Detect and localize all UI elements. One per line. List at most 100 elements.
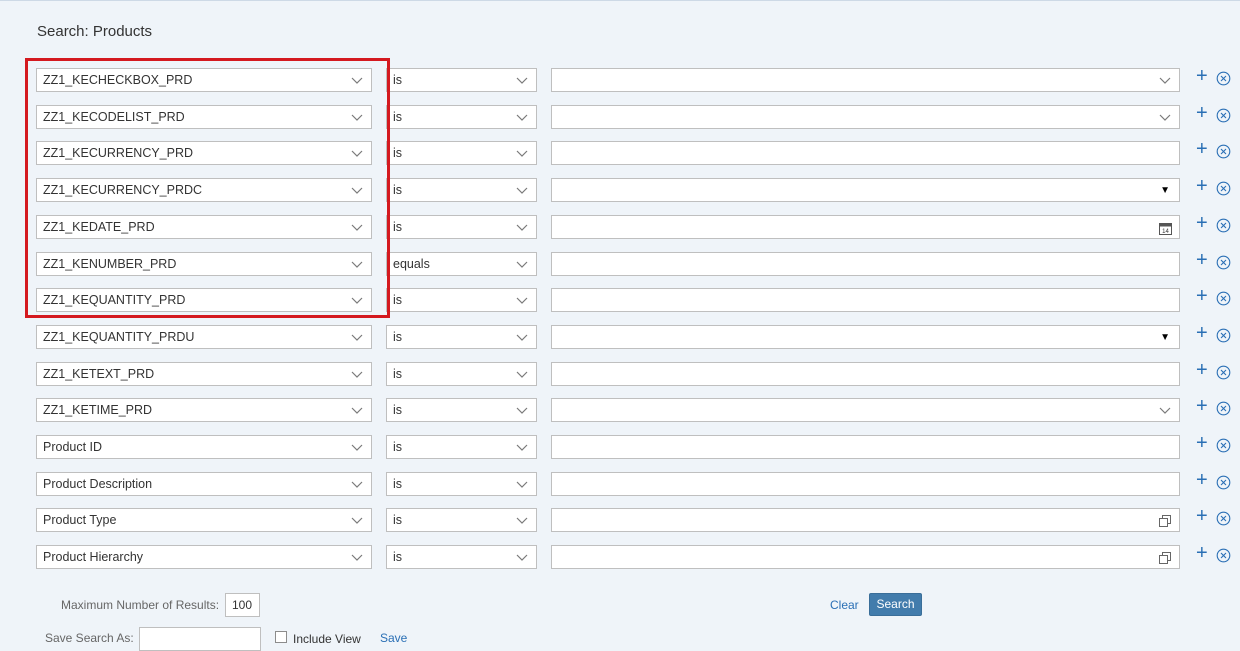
add-criteria-icon[interactable]: + — [1196, 431, 1208, 455]
add-criteria-icon[interactable]: + — [1196, 174, 1208, 198]
chevron-down-icon[interactable] — [516, 221, 528, 233]
chevron-down-icon[interactable] — [1159, 111, 1171, 123]
field-select[interactable]: Product Hierarchy — [36, 545, 372, 570]
operator-select[interactable]: is — [386, 471, 537, 496]
field-select[interactable]: ZZ1_KENUMBER_PRD — [36, 251, 372, 276]
value-input[interactable] — [551, 251, 1180, 276]
chevron-down-icon[interactable] — [351, 147, 363, 159]
chevron-down-icon[interactable] — [516, 514, 528, 526]
add-criteria-icon[interactable]: + — [1196, 284, 1208, 308]
chevron-down-icon[interactable] — [516, 258, 528, 270]
max-results-input[interactable]: 100 — [225, 593, 260, 617]
operator-select[interactable]: is — [386, 178, 537, 203]
operator-select[interactable]: is — [386, 435, 537, 459]
chevron-down-icon[interactable] — [351, 368, 363, 380]
remove-criteria-icon[interactable] — [1216, 144, 1231, 159]
value-help-icon[interactable] — [1158, 550, 1172, 565]
value-input[interactable] — [551, 435, 1180, 459]
remove-criteria-icon[interactable] — [1216, 291, 1231, 306]
remove-criteria-icon[interactable] — [1216, 511, 1231, 526]
chevron-down-icon[interactable] — [516, 441, 528, 453]
caret-down-icon[interactable]: ▼ — [1160, 327, 1170, 348]
add-criteria-icon[interactable]: + — [1196, 394, 1208, 418]
add-criteria-icon[interactable]: + — [1196, 137, 1208, 161]
chevron-down-icon[interactable] — [516, 74, 528, 86]
add-criteria-icon[interactable]: + — [1196, 248, 1208, 272]
chevron-down-icon[interactable] — [516, 368, 528, 380]
value-input[interactable] — [551, 398, 1180, 423]
chevron-down-icon[interactable] — [351, 294, 363, 306]
value-input[interactable] — [551, 508, 1180, 533]
operator-select[interactable]: is — [386, 545, 537, 570]
operator-select[interactable]: is — [386, 508, 537, 533]
chevron-down-icon[interactable] — [516, 111, 528, 123]
add-criteria-icon[interactable]: + — [1196, 468, 1208, 492]
chevron-down-icon[interactable] — [351, 404, 363, 416]
chevron-down-icon[interactable] — [351, 551, 363, 563]
add-criteria-icon[interactable]: + — [1196, 211, 1208, 235]
value-input[interactable]: ▼ — [551, 324, 1180, 349]
chevron-down-icon[interactable] — [351, 514, 363, 526]
chevron-down-icon[interactable] — [516, 404, 528, 416]
operator-select[interactable]: is — [386, 214, 537, 239]
operator-select[interactable]: is — [386, 288, 537, 313]
remove-criteria-icon[interactable] — [1216, 548, 1231, 563]
include-view-checkbox[interactable] — [275, 631, 287, 643]
value-help-icon[interactable] — [1158, 513, 1172, 528]
field-select[interactable]: ZZ1_KECURRENCY_PRD — [36, 141, 372, 166]
field-select[interactable]: ZZ1_KECHECKBOX_PRD — [36, 68, 372, 92]
remove-criteria-icon[interactable] — [1216, 108, 1231, 123]
operator-select[interactable]: equals — [386, 251, 537, 276]
chevron-down-icon[interactable] — [1159, 404, 1171, 416]
value-input[interactable] — [551, 141, 1180, 166]
field-select[interactable]: ZZ1_KECURRENCY_PRDC — [36, 178, 372, 203]
add-criteria-icon[interactable]: + — [1196, 541, 1208, 565]
add-criteria-icon[interactable]: + — [1196, 101, 1208, 125]
chevron-down-icon[interactable] — [516, 294, 528, 306]
remove-criteria-icon[interactable] — [1216, 475, 1231, 490]
value-input[interactable] — [551, 471, 1180, 496]
field-select[interactable]: ZZ1_KEQUANTITY_PRDU — [36, 324, 372, 349]
value-input[interactable]: 14 — [551, 214, 1180, 239]
value-input[interactable] — [551, 104, 1180, 129]
operator-select[interactable]: is — [386, 324, 537, 349]
chevron-down-icon[interactable] — [351, 258, 363, 270]
search-button[interactable]: Search — [869, 593, 922, 616]
clear-link[interactable]: Clear — [830, 598, 859, 612]
field-select[interactable]: ZZ1_KECODELIST_PRD — [36, 104, 372, 129]
chevron-down-icon[interactable] — [351, 74, 363, 86]
chevron-down-icon[interactable] — [351, 478, 363, 490]
caret-down-icon[interactable]: ▼ — [1160, 180, 1170, 201]
calendar-icon[interactable]: 14 — [1159, 220, 1172, 235]
remove-criteria-icon[interactable] — [1216, 365, 1231, 380]
chevron-down-icon[interactable] — [516, 331, 528, 343]
value-input[interactable] — [551, 288, 1180, 313]
field-select[interactable]: Product ID — [36, 435, 372, 459]
field-select[interactable]: ZZ1_KEQUANTITY_PRD — [36, 288, 372, 313]
chevron-down-icon[interactable] — [516, 147, 528, 159]
remove-criteria-icon[interactable] — [1216, 71, 1231, 86]
value-input[interactable] — [551, 68, 1180, 92]
operator-select[interactable]: is — [386, 398, 537, 423]
chevron-down-icon[interactable] — [351, 111, 363, 123]
chevron-down-icon[interactable] — [1159, 74, 1171, 86]
remove-criteria-icon[interactable] — [1216, 255, 1231, 270]
field-select[interactable]: Product Description — [36, 471, 372, 496]
field-select[interactable]: ZZ1_KEDATE_PRD — [36, 214, 372, 239]
chevron-down-icon[interactable] — [351, 441, 363, 453]
add-criteria-icon[interactable]: + — [1196, 64, 1208, 88]
operator-select[interactable]: is — [386, 104, 537, 129]
value-input[interactable] — [551, 545, 1180, 570]
chevron-down-icon[interactable] — [516, 551, 528, 563]
remove-criteria-icon[interactable] — [1216, 218, 1231, 233]
field-select[interactable]: Product Type — [36, 508, 372, 533]
add-criteria-icon[interactable]: + — [1196, 321, 1208, 345]
remove-criteria-icon[interactable] — [1216, 328, 1231, 343]
value-input[interactable]: ▼ — [551, 178, 1180, 203]
chevron-down-icon[interactable] — [351, 184, 363, 196]
operator-select[interactable]: is — [386, 68, 537, 92]
remove-criteria-icon[interactable] — [1216, 438, 1231, 453]
chevron-down-icon[interactable] — [351, 221, 363, 233]
save-search-input[interactable] — [139, 627, 261, 651]
chevron-down-icon[interactable] — [516, 184, 528, 196]
